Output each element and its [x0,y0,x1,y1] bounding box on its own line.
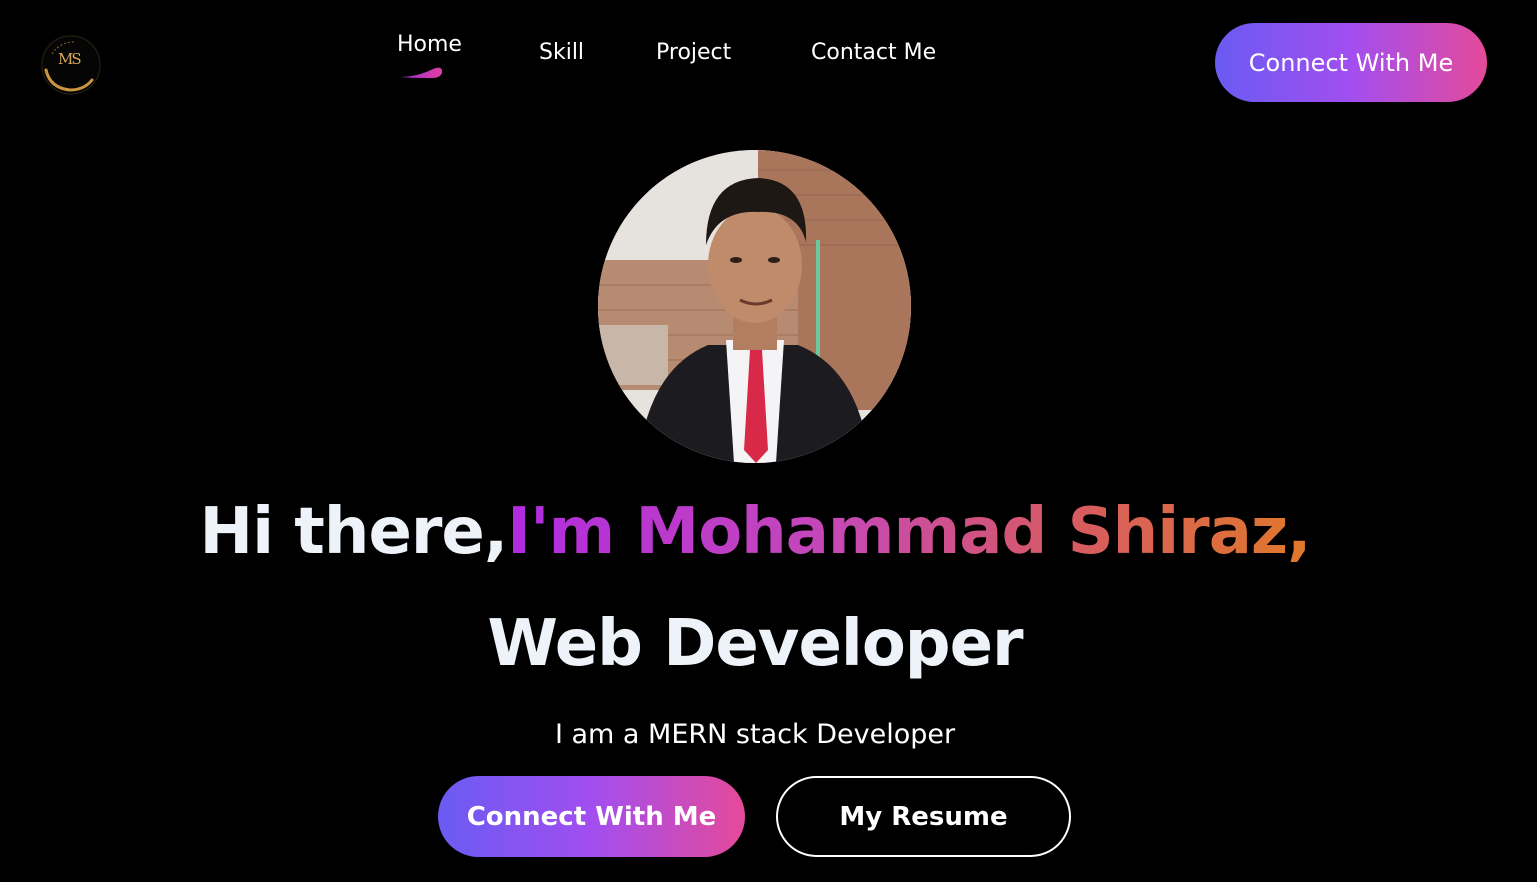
avatar [598,150,911,463]
greeting-text: Hi there, [199,495,509,569]
portfolio-page: MS Home Skill Project Contact Me Connect… [0,0,1537,882]
nav-item-label: Contact Me [811,40,937,65]
logo-monogram: MS [58,50,82,68]
nav-item-skill[interactable]: Skill [539,40,584,65]
connect-with-me-hero-button[interactable]: Connect With Me [438,776,745,857]
connect-with-me-header-button[interactable]: Connect With Me [1215,23,1487,102]
tagline-text: I am a MERN stack Developer [554,719,956,750]
my-resume-button[interactable]: My Resume [776,776,1071,857]
nav-item-label: Project [656,40,732,65]
logo[interactable]: MS [40,34,102,96]
hero-headline: Hi there,I'm Mohammad Shiraz, [0,492,1510,572]
profile-photo-icon [598,150,911,463]
nav-item-home[interactable]: Home [397,32,462,79]
nav-item-project[interactable]: Project [656,40,731,65]
nav-item-label: Home [397,32,462,57]
active-nav-indicator-icon [399,67,443,79]
navbar: MS Home Skill Project Contact Me Connect… [0,0,1537,125]
nav-item-label: Skill [539,40,585,65]
nav-item-contact-me[interactable]: Contact Me [811,40,936,65]
name-text: I'm Mohammad Shiraz, [507,495,1311,569]
role-text: Web Developer [487,607,1023,681]
